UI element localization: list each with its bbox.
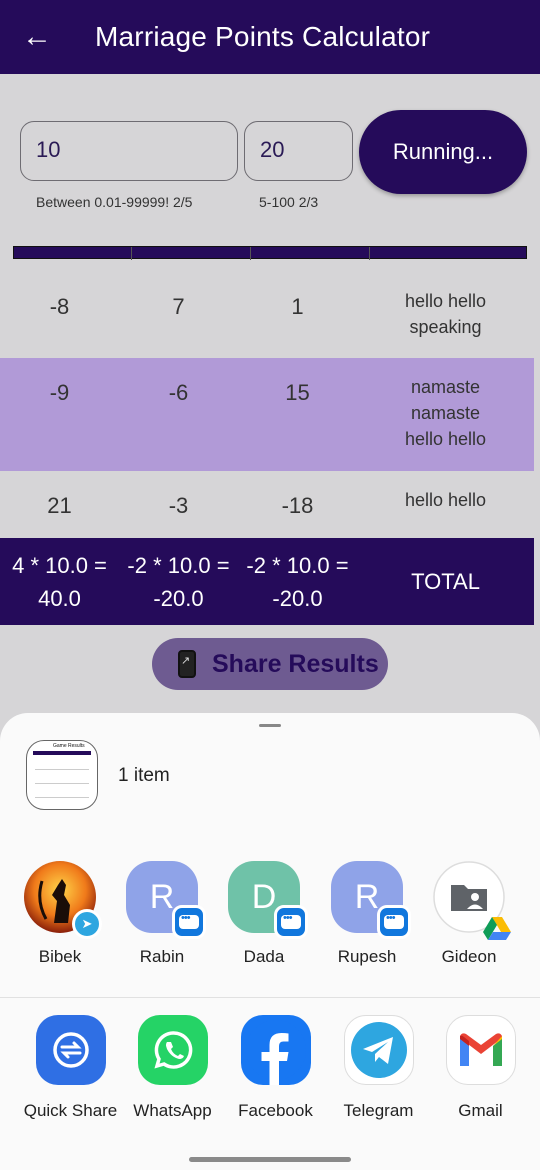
round-name-line: hello hello: [404, 291, 487, 311]
preview-line: [35, 783, 89, 784]
round-name-line: hello hello: [404, 429, 487, 449]
total-result: 40.0: [38, 585, 81, 611]
round-name-line: speaking: [409, 317, 482, 337]
total-formula: 4 * 10.0 =: [12, 552, 107, 578]
share-phone-icon: [178, 650, 196, 678]
percent-helper-text: 5-100 2/3: [259, 194, 319, 210]
score-cell: 1: [291, 294, 304, 319]
total-cell: -2 * 10.0 = -20.0: [119, 549, 238, 615]
total-label: TOTAL: [411, 568, 480, 594]
total-cell: -2 * 10.0 = -20.0: [238, 549, 357, 615]
score-cell: 15: [285, 380, 310, 405]
arrow-left-icon[interactable]: ←: [0, 0, 74, 74]
percent-input[interactable]: 20: [244, 121, 353, 181]
amount-helper-text: Between 0.01-99999! 2/5: [36, 194, 193, 210]
avatar: R: [126, 861, 206, 939]
contact-name: Rabin: [139, 947, 185, 966]
total-formula: -2 * 10.0 =: [246, 552, 349, 578]
app-label: Gmail: [458, 1101, 503, 1120]
score-cell: -3: [168, 493, 189, 518]
section-divider: [0, 997, 540, 998]
contact-name: Bibek: [38, 947, 82, 966]
whatsapp-icon: [138, 1015, 208, 1085]
preview-line: [35, 769, 89, 770]
score-cell: -6: [168, 380, 189, 405]
round-name-line: namaste: [410, 377, 481, 397]
contact-name: Rupesh: [337, 947, 397, 966]
share-results-button[interactable]: Share Results: [152, 638, 388, 690]
drag-handle[interactable]: [259, 724, 281, 727]
column-divider: [250, 247, 251, 260]
share-results-label: Share Results: [212, 649, 379, 678]
table-header: [13, 246, 527, 260]
amount-input-value[interactable]: 10: [36, 137, 60, 163]
app-label: Facebook: [238, 1101, 313, 1120]
total-cell: 4 * 10.0 = 40.0: [0, 549, 119, 615]
quick-share-icon: [36, 1015, 106, 1085]
round-name-cell: hello hello speaking: [357, 272, 534, 358]
total-result: -20.0: [153, 585, 204, 611]
preview-header-bar: [33, 751, 91, 755]
table-row: -8 7 1 hello hello speaking: [0, 272, 534, 358]
score-cell: 21: [47, 493, 72, 518]
round-name-cell: namaste namaste hello hello: [357, 358, 534, 471]
gesture-nav-bar[interactable]: [189, 1157, 351, 1162]
column-divider: [131, 247, 132, 260]
page-title: Marriage Points Calculator: [95, 21, 431, 52]
app-bar: ← Marriage Points Calculator: [0, 0, 540, 74]
round-name-line: namaste: [410, 403, 481, 423]
score-cell: 7: [172, 294, 185, 319]
messages-badge-icon: [377, 905, 411, 939]
percent-input-value[interactable]: 20: [260, 137, 284, 163]
gmail-icon: [446, 1015, 516, 1085]
facebook-icon: [241, 1015, 311, 1085]
item-count: 1 item: [118, 765, 170, 786]
app-share-row: Quick Share WhatsApp Facebook Telegram G: [0, 1015, 540, 1135]
running-button[interactable]: Running...: [359, 110, 527, 194]
messages-badge-icon: [172, 905, 206, 939]
total-result: -20.0: [272, 585, 323, 611]
share-sheet: Game Results 1 item ➤ Bibek R ••• Rabin …: [0, 713, 540, 1170]
app-label: WhatsApp: [133, 1101, 212, 1120]
round-name-line: hello hello: [404, 490, 487, 510]
telegram-badge-icon: ➤: [72, 909, 102, 939]
score-cell: -18: [281, 493, 314, 518]
share-preview-thumbnail: Game Results: [26, 740, 98, 810]
messages-badge-icon: [274, 905, 308, 939]
column-divider: [369, 247, 370, 260]
app-label: Quick Share: [23, 1101, 118, 1120]
avatar: [433, 861, 511, 940]
amount-input[interactable]: 10: [20, 121, 238, 181]
telegram-icon: [344, 1015, 414, 1085]
table-row: 21 -3 -18 hello hello: [0, 471, 534, 538]
score-cell: -9: [49, 380, 70, 405]
preview-line: [35, 797, 89, 798]
google-drive-badge-icon: [483, 917, 511, 940]
contact-name: Gideon: [441, 947, 497, 966]
contact-name: Dada: [243, 947, 285, 966]
total-formula: -2 * 10.0 =: [127, 552, 230, 578]
avatar: D: [228, 861, 308, 939]
round-name-cell: hello hello: [357, 471, 534, 538]
score-cell: -8: [49, 294, 70, 319]
app-label: Telegram: [343, 1101, 414, 1120]
avatar: ➤: [24, 861, 102, 939]
avatar: R: [331, 861, 411, 939]
preview-title: Game Results: [53, 743, 85, 749]
direct-share-row: ➤ Bibek R Rabin D Dada R Rupesh: [0, 861, 540, 971]
totals-row: 4 * 10.0 = 40.0 -2 * 10.0 = -20.0 -2 * 1…: [0, 538, 534, 625]
table-row-highlighted: -9 -6 15 namaste namaste hello hello: [0, 358, 534, 471]
